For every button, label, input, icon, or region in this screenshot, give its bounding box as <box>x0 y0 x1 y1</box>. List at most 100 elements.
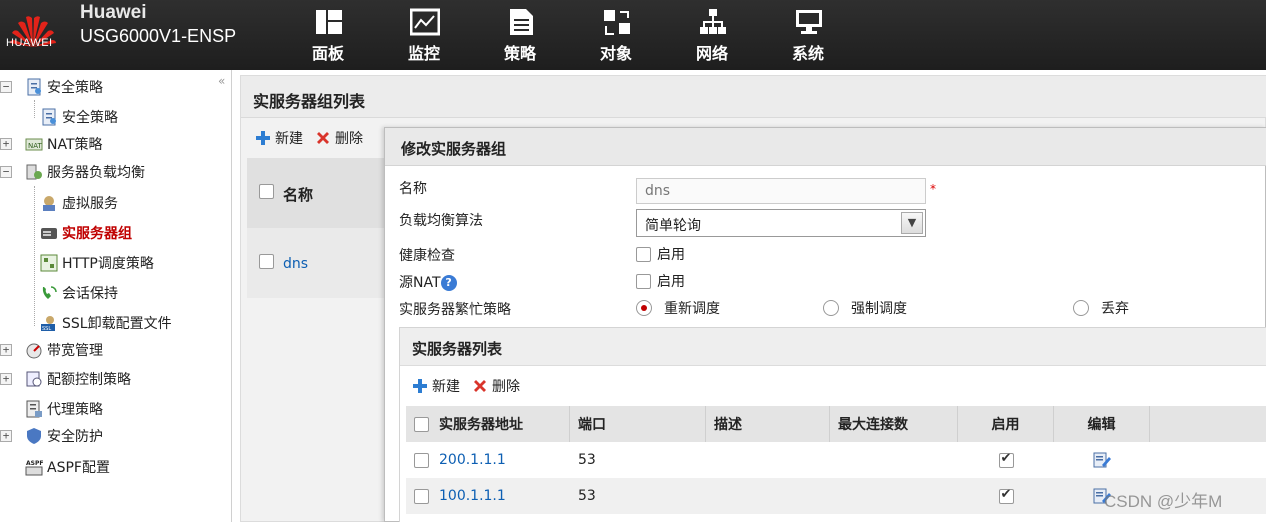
sidebar-item-security-policy-sub[interactable]: 安全策略 <box>40 104 118 130</box>
col-address: 实服务器地址 <box>439 417 523 433</box>
nav-network[interactable]: 网络 <box>664 0 760 70</box>
chevron-down-icon[interactable]: ▼ <box>901 212 923 234</box>
source-nat-toggle[interactable]: 启用 <box>636 271 685 291</box>
list-header: 名称 <box>247 158 387 228</box>
svg-text:SSL: SSL <box>42 326 51 332</box>
sidebar-item-real-server-group[interactable]: 实服务器组 <box>40 220 132 246</box>
collapse-icon[interactable]: − <box>0 81 12 93</box>
edit-icon[interactable] <box>1092 451 1112 469</box>
algorithm-select[interactable]: 简单轮询 ▼ <box>636 209 926 237</box>
brand-name: Huawei <box>80 2 147 23</box>
enable-checkbox[interactable] <box>998 451 1014 468</box>
nav-network-label: 网络 <box>695 44 728 63</box>
delete-button[interactable]: 删除 <box>315 128 363 148</box>
sidebar-item-bandwidth[interactable]: + 带宽管理 <box>0 337 103 363</box>
server-desc <box>706 442 830 478</box>
nav-policy[interactable]: 策略 <box>472 0 568 70</box>
new-server-button[interactable]: 新建 <box>412 376 460 396</box>
page-title: 实服务器组列表 <box>241 76 1266 118</box>
sidebar-item-aspf[interactable]: ASPF ASPF配置 <box>22 454 110 480</box>
expand-icon[interactable]: + <box>0 430 12 442</box>
radio-drop[interactable]: 丢弃 <box>1073 298 1129 318</box>
ssl-icon: SSL <box>41 316 55 332</box>
sidebar-item-quota[interactable]: + 配额控制策略 <box>0 366 131 392</box>
monitor-chart-icon <box>410 8 440 36</box>
server-port: 53 <box>578 488 596 504</box>
watermark: CSDN @少年M <box>1104 492 1223 511</box>
nav-monitor[interactable]: 监控 <box>376 0 472 70</box>
object-icon <box>604 10 630 35</box>
expand-icon[interactable]: + <box>0 344 12 356</box>
required-mark: * <box>930 182 936 196</box>
edit-server-group-dialog: 修改实服务器组 名称 dns * 负载均衡算法 简单轮询 ▼ 健康检查 启用 源… <box>384 127 1266 522</box>
delete-icon <box>317 132 329 144</box>
health-check-label: 健康检查 <box>399 248 455 264</box>
nav-system-label: 系统 <box>791 44 824 63</box>
enable-checkbox[interactable] <box>998 487 1014 504</box>
row-checkbox[interactable] <box>414 488 429 504</box>
server-max-conn <box>830 478 958 514</box>
radio-force[interactable]: 强制调度 <box>823 298 907 318</box>
slb-icon <box>26 164 42 180</box>
list-item: dns <box>247 228 387 298</box>
security-policy-icon <box>27 78 41 96</box>
sidebar-item-nat-policy[interactable]: + NAT NAT策略 <box>0 131 103 157</box>
svg-text:NAT: NAT <box>28 142 42 150</box>
session-keep-icon <box>42 286 57 299</box>
health-check-toggle[interactable]: 启用 <box>636 244 685 264</box>
collapse-sidebar-icon[interactable]: « <box>218 74 225 88</box>
radio-reschedule[interactable]: 重新调度 <box>636 298 720 318</box>
table-header: 实服务器地址 端口 描述 最大连接数 启用 编辑 <box>406 406 1266 442</box>
sidebar-item-security-policy[interactable]: − 安全策略 <box>0 74 103 100</box>
server-address-link[interactable]: 100.1.1.1 <box>439 488 506 504</box>
server-toolbar: 新建 删除 <box>412 376 532 396</box>
sidebar-item-http-schedule[interactable]: HTTP调度策略 <box>40 250 154 276</box>
quota-icon <box>26 371 42 387</box>
nav-dashboard[interactable]: 面板 <box>280 0 376 70</box>
source-nat-label: 源NAT? <box>399 272 457 292</box>
help-icon[interactable]: ? <box>440 275 457 291</box>
delete-server-button[interactable]: 删除 <box>472 376 520 396</box>
sidebar: « − 安全策略 安全策略 + NAT NAT策略 − 服务器负载均衡 虚拟服务… <box>0 70 232 522</box>
list-toolbar: 新建 删除 <box>255 128 375 148</box>
name-field[interactable]: dns <box>636 178 926 204</box>
logo-text: HUAWEI <box>6 37 53 49</box>
busy-policy-label: 实服务器繁忙策略 <box>399 302 511 318</box>
sidebar-item-security-protection[interactable]: + 安全防护 <box>0 423 103 449</box>
system-computer-icon <box>796 10 822 34</box>
nav-system[interactable]: 系统 <box>760 0 856 70</box>
name-label: 名称 <box>399 181 427 197</box>
expand-icon[interactable]: + <box>0 373 12 385</box>
sidebar-item-virtual-service[interactable]: 虚拟服务 <box>40 190 118 216</box>
collapse-icon[interactable]: − <box>0 166 12 178</box>
server-address-link[interactable]: 200.1.1.1 <box>439 452 506 468</box>
nat-icon: NAT <box>25 138 43 151</box>
select-all-checkbox[interactable] <box>259 184 274 199</box>
add-icon <box>413 379 427 393</box>
row-checkbox[interactable] <box>259 254 274 269</box>
top-header: HUAWEI Huawei USG6000V1-ENSP 面板 监控 策略 对象… <box>0 0 1266 70</box>
col-enable: 启用 <box>958 406 1054 442</box>
add-icon <box>256 131 270 145</box>
nav-object-label: 对象 <box>599 44 632 63</box>
radio-button[interactable] <box>636 300 652 316</box>
sidebar-item-ssl-offload[interactable]: SSL SSL卸载配置文件 <box>40 310 172 336</box>
dashboard-icon <box>316 10 342 34</box>
nav-object[interactable]: 对象 <box>568 0 664 70</box>
virtual-service-icon <box>43 196 55 211</box>
source-nat-checkbox[interactable] <box>636 273 651 289</box>
group-name-link[interactable]: dns <box>283 256 308 272</box>
select-all-checkbox[interactable] <box>414 416 429 432</box>
radio-button[interactable] <box>823 300 839 316</box>
expand-icon[interactable]: + <box>0 138 12 150</box>
sidebar-item-proxy[interactable]: 代理策略 <box>22 396 103 422</box>
nav-policy-label: 策略 <box>503 44 536 63</box>
health-check-checkbox[interactable] <box>636 246 651 262</box>
new-button[interactable]: 新建 <box>255 128 303 148</box>
sidebar-item-session-keep[interactable]: 会话保持 <box>40 280 118 306</box>
svg-text:ASPF: ASPF <box>26 460 43 467</box>
row-checkbox[interactable] <box>414 452 429 468</box>
radio-button[interactable] <box>1073 300 1089 316</box>
col-max-conn: 最大连接数 <box>830 406 958 442</box>
sidebar-item-server-lb[interactable]: − 服务器负载均衡 <box>0 159 145 185</box>
